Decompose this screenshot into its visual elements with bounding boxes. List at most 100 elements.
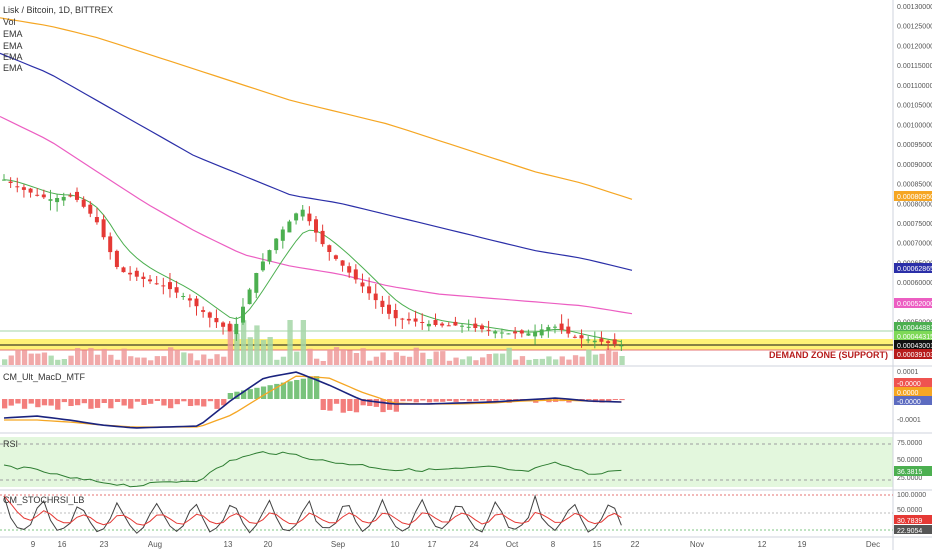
volume-bar <box>161 356 167 365</box>
candle-body <box>154 283 159 285</box>
price-tick-label: 0.00105000 <box>897 103 932 110</box>
macd-hist-bar <box>114 399 121 402</box>
volume-bar <box>121 348 127 365</box>
candle-body <box>579 335 584 339</box>
symbol-title[interactable]: Lisk / Bitcoin, 1D, BITTREX <box>3 5 113 15</box>
candle-body <box>101 219 106 238</box>
legend-ema-3[interactable]: EMA <box>3 52 23 62</box>
candle-body <box>314 219 318 233</box>
candle-body <box>207 312 212 318</box>
volume-bar <box>619 356 625 365</box>
candle-body <box>327 245 332 252</box>
candle-body <box>174 287 179 293</box>
legend-ema-4[interactable]: EMA <box>3 63 23 73</box>
macd-hist-bar <box>48 399 54 406</box>
stoch-title[interactable]: CM_STOCHRSI_LB <box>3 495 84 505</box>
price-tick-label: 0.00060000 <box>897 280 932 287</box>
volume-bar <box>566 359 572 365</box>
volume-bar <box>187 353 194 365</box>
candle-body <box>406 318 411 321</box>
candle-body <box>128 272 133 275</box>
time-axis-label: Oct <box>506 540 519 549</box>
macd-title[interactable]: CM_Ult_MacD_MTF <box>3 372 86 382</box>
volume-bar <box>260 339 267 365</box>
volume-bar <box>168 347 174 365</box>
candle-body <box>181 296 186 297</box>
volume-bar <box>114 359 121 365</box>
time-axis-label: 10 <box>391 540 400 549</box>
legend-ema-2[interactable]: EMA <box>3 41 23 51</box>
volume-bar <box>473 360 479 365</box>
rsi-title[interactable]: RSI <box>3 439 18 449</box>
candle-body <box>2 179 6 181</box>
time-axis[interactable]: 9 16 23 Aug 13 20 Sep 10 17 24 Oct 8 15 22 Nov 12 19 Dec <box>31 540 880 549</box>
candle-body <box>473 323 478 328</box>
volume-bar <box>28 353 34 365</box>
candle-body <box>141 276 146 279</box>
macd-hist-bar <box>21 399 28 409</box>
macd-hist-bar <box>413 399 419 403</box>
volume-bar <box>406 356 413 365</box>
candle-body <box>393 310 398 319</box>
volume-bar <box>539 358 545 365</box>
volume-bar <box>88 348 94 365</box>
volume-bar <box>254 325 260 365</box>
price-axis[interactable]: 0.00130000 0.00125000 0.00120000 0.00115000… <box>897 4 932 346</box>
volume-bar <box>221 356 227 365</box>
candle-body <box>612 339 617 345</box>
candle-body <box>134 270 139 277</box>
candle-body <box>168 282 172 290</box>
candle-body <box>559 323 564 331</box>
candle-body <box>440 323 445 326</box>
macd-hist-bar <box>128 399 134 409</box>
macd-badge-label: -0.0000 <box>897 399 921 406</box>
volume-bar <box>101 348 107 365</box>
macd-hist-bar <box>260 386 267 399</box>
macd-hist-bar <box>214 399 220 409</box>
volume-bar <box>181 352 187 365</box>
macd-hist-bar <box>420 399 426 401</box>
price-tick-label: 0.00070000 <box>897 241 932 248</box>
volume-bar <box>294 351 300 365</box>
rsi-tick-label: 50.0000 <box>897 457 922 464</box>
macd-hist-bar <box>433 399 439 402</box>
price-tick-label: 0.00120000 <box>897 44 932 51</box>
volume-bar <box>68 355 74 365</box>
candle-body <box>367 286 372 294</box>
macd-hist-bar <box>201 399 207 407</box>
macd-hist-bar <box>168 399 174 409</box>
macd-hist-bar <box>247 389 253 399</box>
candle-body <box>599 338 604 342</box>
volume-bar <box>128 356 134 365</box>
volume-bar <box>320 361 326 365</box>
macd-hist-bar <box>148 399 154 404</box>
legend-vol[interactable]: Vol <box>3 17 16 27</box>
price-tick-label: 0.00115000 <box>897 63 932 70</box>
candle-body <box>380 300 385 307</box>
macd-hist-bar <box>287 381 293 399</box>
price-pane[interactable] <box>0 0 893 365</box>
price-badge-label: 0.00062865 <box>897 266 932 273</box>
macd-hist-bar <box>134 399 141 402</box>
volume-bar <box>380 352 386 365</box>
volume-bar <box>513 359 519 365</box>
volume-bar <box>546 356 552 365</box>
volume-bar <box>347 350 353 365</box>
volume-bar <box>413 347 419 365</box>
volume-bar <box>108 354 114 365</box>
candle-body <box>586 339 591 341</box>
volume-bar <box>460 359 466 365</box>
legend-ema-1[interactable]: EMA <box>3 29 23 39</box>
candle-body <box>28 188 33 193</box>
macd-hist-bar <box>619 399 625 401</box>
volume-bar <box>194 360 200 365</box>
macd-hist-bar <box>586 399 592 400</box>
macd-hist-bar <box>380 399 386 413</box>
price-tick-label: 0.00085000 <box>897 182 932 189</box>
volume-bar <box>333 347 340 365</box>
candle-body <box>499 332 504 334</box>
volume-bar <box>201 354 207 365</box>
trading-chart[interactable]: DEMAND ZONE (SUPPORT) 0.00130000 0.001250… <box>0 0 932 550</box>
candle-body <box>572 336 577 338</box>
rsi-badge-label: 36.3815 <box>897 469 922 476</box>
